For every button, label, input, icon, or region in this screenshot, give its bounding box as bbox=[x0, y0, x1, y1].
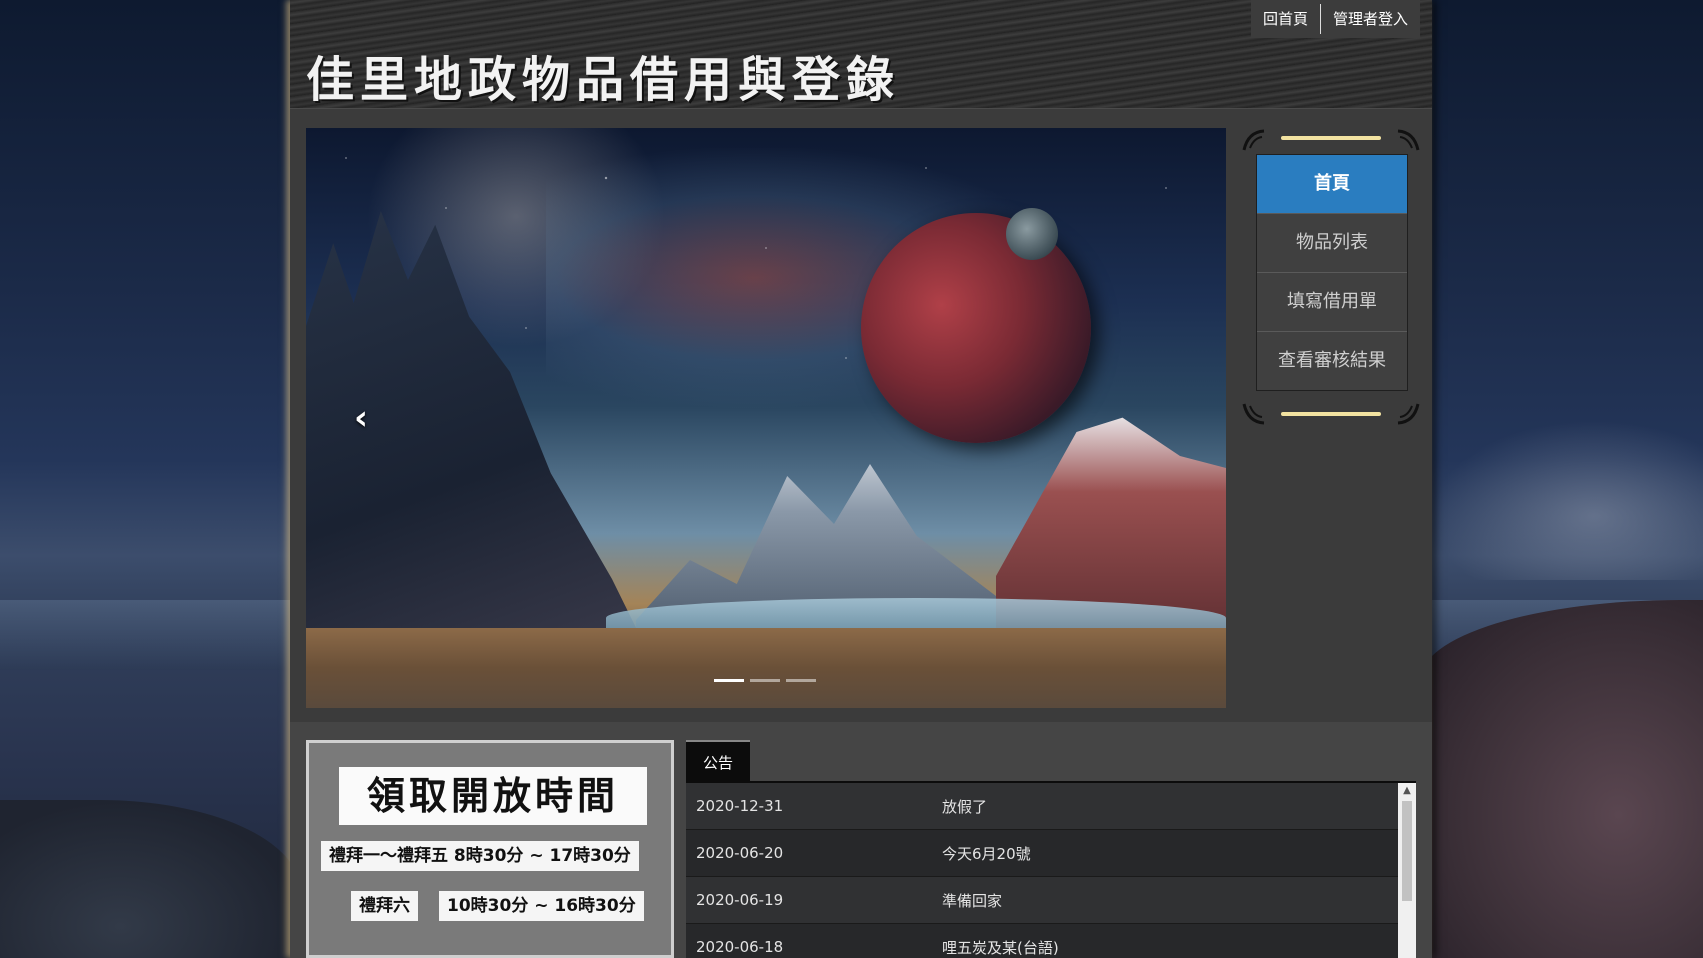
announcement-text: 今天6月20號 bbox=[942, 844, 1031, 863]
saturday-label: 禮拜六 bbox=[351, 891, 418, 921]
carousel-indicator[interactable] bbox=[786, 679, 816, 682]
scroll-thumb[interactable] bbox=[1402, 801, 1412, 901]
nav-rail bbox=[1281, 412, 1381, 416]
carousel-ground bbox=[306, 628, 1226, 708]
background-rock-left bbox=[0, 800, 300, 958]
weekday-hours: 禮拜一～禮拜五 8時30分 ~ 17時30分 bbox=[321, 841, 639, 871]
nav-item-review-results[interactable]: 查看審核結果 bbox=[1257, 332, 1407, 390]
announcement-date: 2020-12-31 bbox=[696, 797, 784, 815]
tab-announcements[interactable]: 公告 bbox=[686, 740, 750, 784]
ornament-icon bbox=[1242, 129, 1420, 151]
page-container: 佳里地政物品借用與登錄 回首頁 管理者登入 ‹ 首頁 物品列表 填寫借用單 查看… bbox=[290, 0, 1432, 958]
side-navigation: 首頁 物品列表 填寫借用單 查看審核結果 bbox=[1242, 128, 1420, 426]
nav-menu: 首頁 物品列表 填寫借用單 查看審核結果 bbox=[1256, 154, 1408, 391]
announcement-date: 2020-06-19 bbox=[696, 891, 784, 909]
table-row[interactable]: 2020-06-19 準備回家 bbox=[686, 877, 1398, 924]
table-row[interactable]: 2020-06-18 哩五炭及某(台語) bbox=[686, 924, 1398, 958]
carousel-indicator[interactable] bbox=[714, 679, 744, 682]
nav-item-item-list[interactable]: 物品列表 bbox=[1257, 214, 1407, 273]
nav-ornament-bottom bbox=[1242, 402, 1420, 426]
table-row[interactable]: 2020-12-31 放假了 bbox=[686, 783, 1398, 830]
top-links: 回首頁 管理者登入 bbox=[1250, 0, 1420, 38]
carousel-indicators bbox=[714, 679, 816, 682]
saturday-hours: 10時30分 ~ 16時30分 bbox=[439, 891, 644, 921]
carousel-indicator[interactable] bbox=[750, 679, 780, 682]
scroll-up-arrow-icon[interactable]: ▲ bbox=[1398, 783, 1416, 799]
announcement-date: 2020-06-20 bbox=[696, 844, 784, 862]
nav-item-borrow-form[interactable]: 填寫借用單 bbox=[1257, 273, 1407, 332]
site-title: 佳里地政物品借用與登錄 bbox=[306, 52, 901, 108]
nav-rail bbox=[1281, 136, 1381, 140]
announcement-text: 準備回家 bbox=[942, 891, 1003, 910]
admin-login-link[interactable]: 管理者登入 bbox=[1321, 0, 1420, 38]
opening-hours-card: 領取開放時間 禮拜一～禮拜五 8時30分 ~ 17時30分 禮拜六 10時30分… bbox=[306, 740, 674, 958]
site-header: 佳里地政物品借用與登錄 回首頁 管理者登入 bbox=[290, 0, 1432, 109]
nav-item-home[interactable]: 首頁 bbox=[1257, 155, 1407, 214]
announcement-table: 2020-12-31 放假了 2020-06-20 今天6月20號 2020-0… bbox=[686, 783, 1398, 958]
announcement-date: 2020-06-18 bbox=[696, 938, 784, 956]
opening-hours-title: 領取開放時間 bbox=[339, 767, 647, 825]
background-sky-glow bbox=[1430, 420, 1703, 580]
nav-ornament-top bbox=[1242, 128, 1420, 152]
announcement-text: 放假了 bbox=[942, 797, 988, 816]
home-link[interactable]: 回首頁 bbox=[1251, 0, 1320, 38]
announcement-scrollbar[interactable]: ▲ bbox=[1398, 783, 1416, 958]
carousel-prev-button[interactable]: ‹ bbox=[346, 398, 376, 438]
announcement-text: 哩五炭及某(台語) bbox=[942, 938, 1059, 957]
carousel-moon bbox=[1006, 208, 1058, 260]
table-row[interactable]: 2020-06-20 今天6月20號 bbox=[686, 830, 1398, 877]
announcement-panel: 公告 2020-12-31 放假了 2020-06-20 今天6月20號 202… bbox=[686, 740, 1416, 958]
background-rock bbox=[1420, 600, 1703, 958]
image-carousel[interactable]: ‹ bbox=[306, 128, 1226, 708]
carousel-planet bbox=[861, 213, 1091, 443]
